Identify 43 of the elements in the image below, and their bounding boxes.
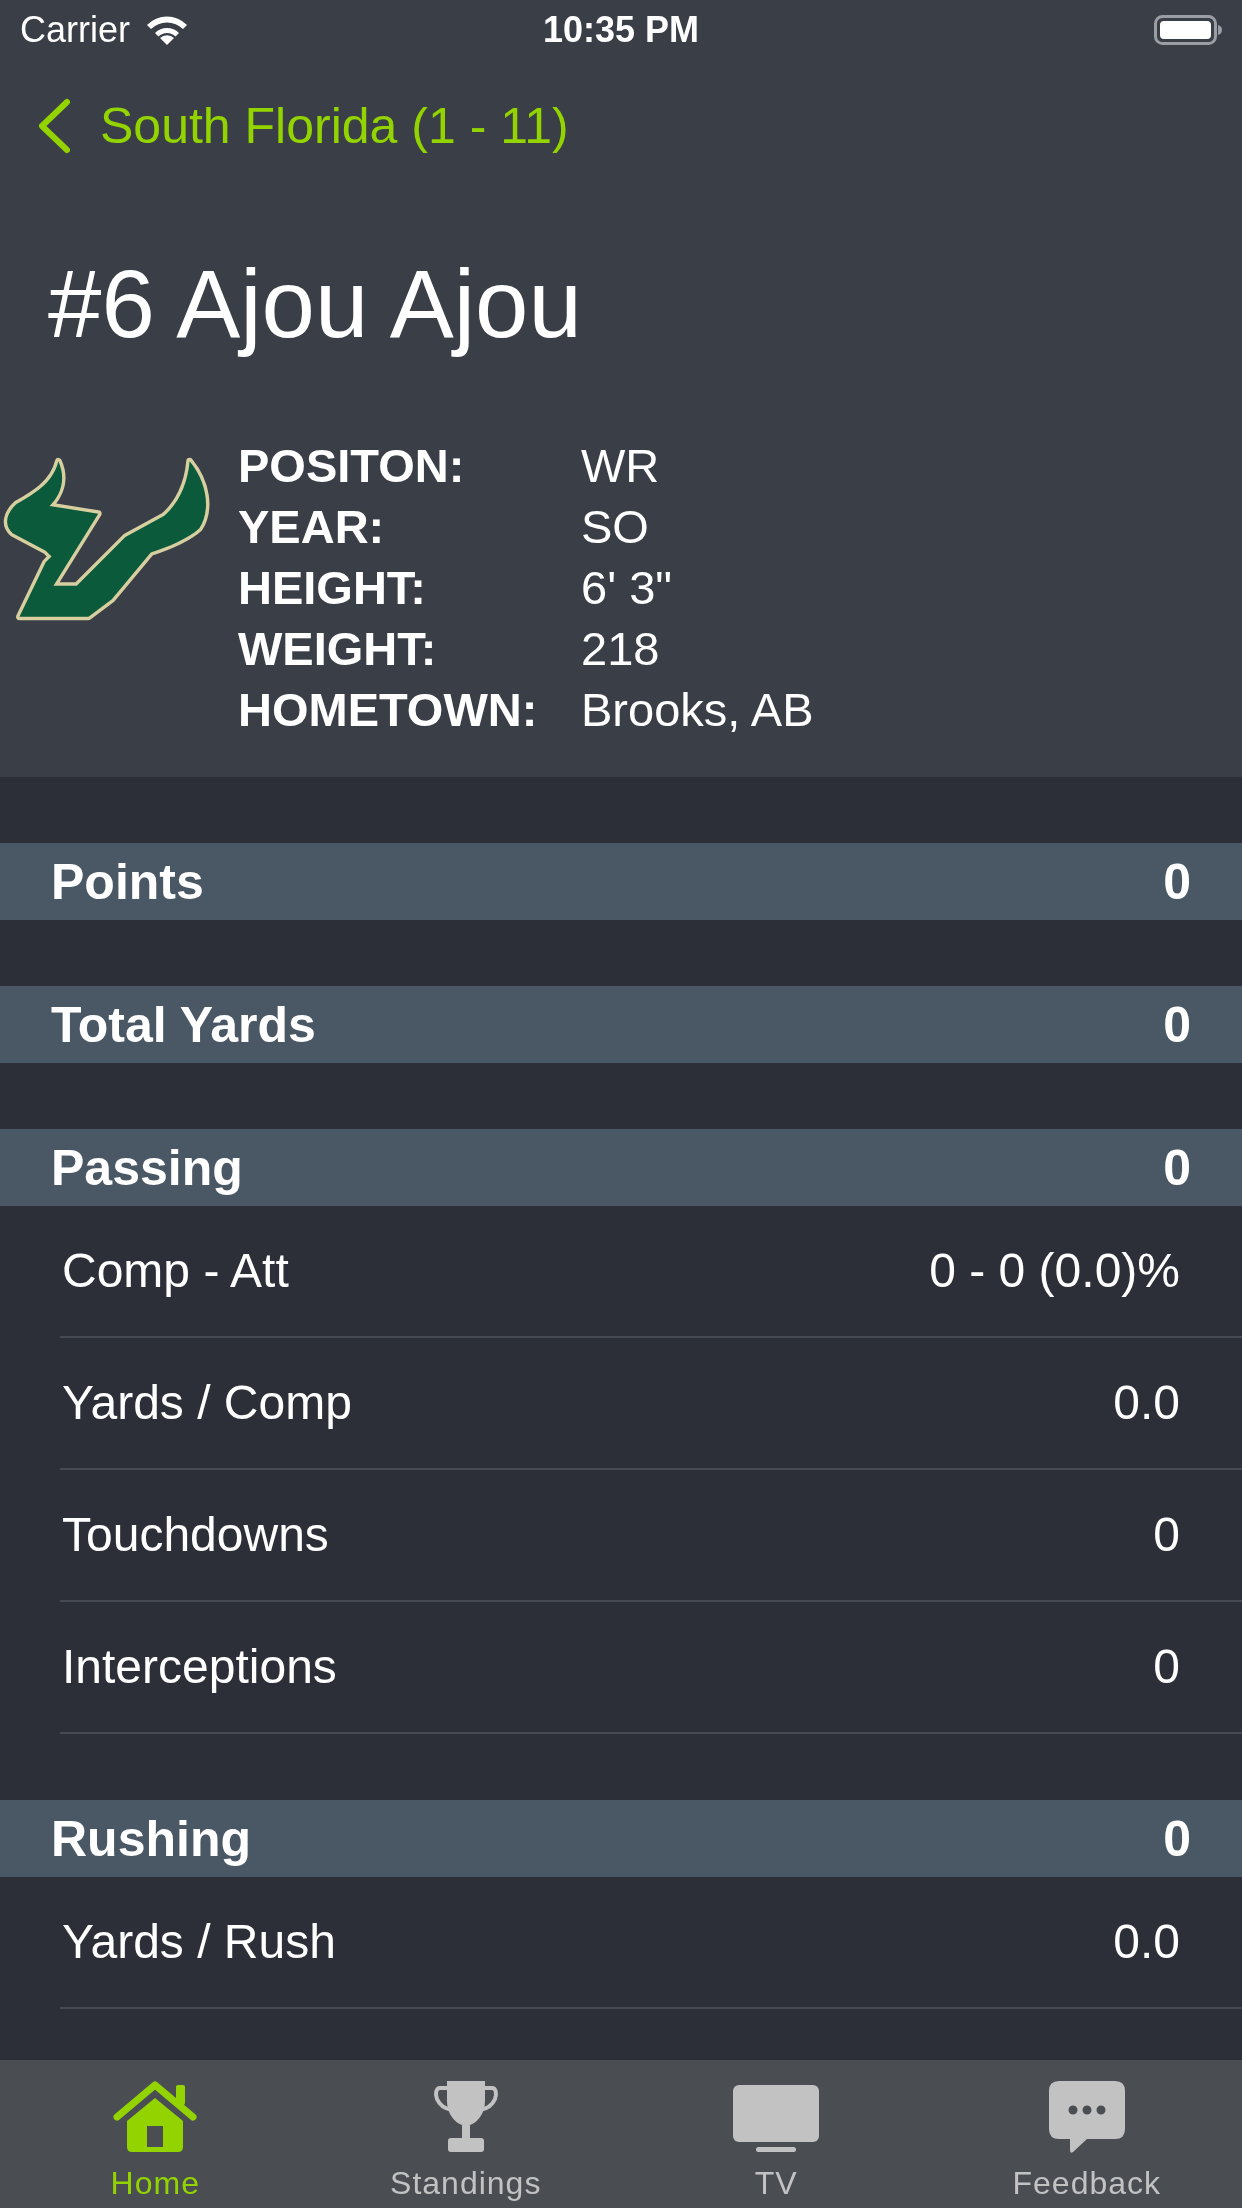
tv-icon <box>733 2085 820 2153</box>
battery-icon <box>1154 15 1222 45</box>
section-title: Points <box>51 856 204 907</box>
detail-label: POSITON: <box>238 438 466 494</box>
tab[interactable]: TV <box>621 2060 932 2208</box>
stat-label: Interceptions <box>62 1643 337 1691</box>
chat-bubble-icon <box>1048 2081 1125 2153</box>
section-total: 0 <box>1163 1142 1191 1193</box>
section-title: Passing <box>51 1142 243 1193</box>
player-name: #6 Ajou Ajou <box>48 249 582 359</box>
section-title: Rushing <box>51 1813 251 1864</box>
detail-value: Brooks, AB <box>581 682 814 738</box>
stat-label: Yards / Comp <box>62 1379 352 1427</box>
stat-label: Touchdowns <box>62 1511 329 1559</box>
stat-value: 0.0 <box>1113 1918 1180 1966</box>
chevron-left-icon <box>36 98 72 154</box>
detail-label: WEIGHT: <box>238 621 438 677</box>
tab[interactable]: Feedback <box>931 2060 1242 2208</box>
tab[interactable]: Standings <box>310 2060 621 2208</box>
carrier-label: Carrier <box>20 12 130 48</box>
stat-label: Yards / Rush <box>62 1918 336 1966</box>
detail-value: 218 <box>581 621 661 677</box>
detail-value: SO <box>581 499 650 555</box>
detail-label: HEIGHT: <box>238 560 427 616</box>
section-total: 0 <box>1163 999 1191 1050</box>
wifi-icon <box>146 15 188 45</box>
stat-label: Comp - Att <box>62 1247 289 1295</box>
stat-value: 0 <box>1153 1511 1180 1559</box>
home-icon <box>113 2079 198 2153</box>
trophy-icon <box>432 2079 499 2153</box>
stat-value: 0.0 <box>1113 1379 1180 1427</box>
detail-value: 6' 3" <box>581 560 673 616</box>
status-time: 10:35 PM <box>542 12 700 48</box>
stat-value: 0 <box>1153 1643 1180 1691</box>
detail-label: HOMETOWN: <box>238 682 539 738</box>
section-total: 0 <box>1163 856 1191 907</box>
tab[interactable]: Home <box>0 2060 311 2208</box>
stat-value: 0 - 0 (0.0)% <box>929 1247 1180 1295</box>
detail-label: YEAR: <box>238 499 386 555</box>
section-title: Total Yards <box>51 999 316 1050</box>
detail-value: WR <box>581 438 661 494</box>
back-button[interactable]: South Florida (1 - 11) <box>36 98 569 154</box>
section-total: 0 <box>1163 1813 1191 1864</box>
